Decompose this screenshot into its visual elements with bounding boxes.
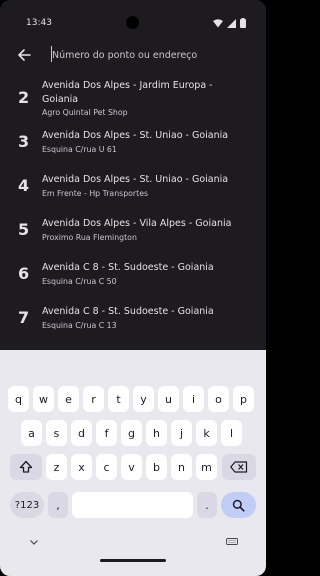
backspace-key[interactable] [222, 454, 256, 480]
stop-address: Avenida C 8 - St. Sudoeste - Goiania [42, 262, 214, 273]
status-time: 13:43 [26, 18, 52, 28]
list-item[interactable]: 4 Avenida Dos Alpes - St. Uniao - Goiani… [0, 162, 266, 206]
key-b[interactable]: b [146, 454, 167, 480]
search-icon [232, 499, 245, 512]
address-line-2: Goiania [42, 94, 79, 105]
home-indicator[interactable] [100, 559, 166, 562]
stop-number: 7 [18, 308, 30, 327]
stop-address: Avenida Dos Alpes - St. Uniao - Goiania [42, 130, 229, 141]
battery-icon [240, 18, 246, 28]
key-d[interactable]: d [71, 420, 92, 446]
search-input[interactable] [50, 44, 252, 66]
stop-number: 6 [18, 264, 30, 283]
stop-number: 5 [18, 220, 30, 239]
stop-reference: Esquina C/rua U 61 [42, 145, 117, 154]
status-bar: 13:43 [0, 0, 266, 40]
key-z[interactable]: z [46, 454, 67, 480]
space-bar[interactable] [72, 492, 193, 518]
key-x[interactable]: x [71, 454, 92, 480]
backspace-icon [230, 461, 248, 473]
stop-address: Avenida Dos Alpes - St. Uniao - Goiania [42, 174, 229, 185]
keyboard-icon[interactable] [226, 538, 238, 547]
stop-address: Avenida C 8 - St. Sudoeste - Goiania [42, 306, 214, 317]
list-item[interactable]: 3 Avenida Dos Alpes - St. Uniao - Goiani… [0, 118, 266, 162]
shift-key[interactable] [10, 454, 42, 480]
list-item[interactable]: 2 Avenida Dos Alpes - Jardim Europa - Go… [0, 74, 266, 118]
symbols-key[interactable]: ?123 [10, 492, 44, 518]
stop-number: 2 [18, 88, 30, 107]
stop-reference: Esquina C/rua C 13 [42, 321, 117, 330]
results-list: 2 Avenida Dos Alpes - Jardim Europa - Go… [0, 74, 266, 338]
stop-reference: Em Frente - Hp Transportes [42, 189, 149, 198]
text-caret [51, 46, 52, 62]
key-h[interactable]: h [146, 420, 167, 446]
key-t[interactable]: t [108, 386, 129, 412]
key-s[interactable]: s [46, 420, 67, 446]
stop-reference: Agro Quintal Pet Shop [42, 108, 128, 117]
key-j[interactable]: j [171, 420, 192, 446]
key-c[interactable]: c [96, 454, 117, 480]
key-q[interactable]: q [8, 386, 29, 412]
list-item[interactable]: 5 Avenida Dos Alpes - Vila Alpes - Goian… [0, 206, 266, 250]
key-f[interactable]: f [96, 420, 117, 446]
key-u[interactable]: u [158, 386, 179, 412]
key-r[interactable]: r [83, 386, 104, 412]
key-p[interactable]: p [233, 386, 254, 412]
shift-icon [19, 460, 33, 473]
system-icons [213, 18, 246, 28]
list-item[interactable]: 7 Avenida C 8 - St. Sudoeste - Goiania E… [0, 294, 266, 338]
wifi-icon [213, 18, 223, 27]
stop-address: Avenida Dos Alpes - Jardim Europa - Goia… [42, 79, 252, 107]
search-bar [0, 40, 266, 70]
key-i[interactable]: i [183, 386, 204, 412]
app-screen: 13:43 2 Avenida Dos Alpes - Jardim Europ… [0, 0, 266, 576]
signal-icon [227, 18, 236, 28]
stop-reference: Proximo Rua Flemington [42, 233, 137, 242]
stop-number: 3 [18, 132, 30, 151]
key-l[interactable]: l [221, 420, 242, 446]
chevron-down-icon[interactable] [29, 539, 39, 546]
key-g[interactable]: g [121, 420, 142, 446]
key-o[interactable]: o [208, 386, 229, 412]
key-e[interactable]: e [58, 386, 79, 412]
key-n[interactable]: n [171, 454, 192, 480]
key-a[interactable]: a [21, 420, 42, 446]
address-line-1: Avenida Dos Alpes - Jardim Europa - [42, 80, 213, 91]
key-m[interactable]: m [196, 454, 217, 480]
key-k[interactable]: k [196, 420, 217, 446]
camera-cutout [126, 16, 139, 29]
key-w[interactable]: w [33, 386, 54, 412]
keyboard: q w e r t y u i o p a s d f g h j k l z … [0, 350, 266, 576]
key-y[interactable]: y [133, 386, 154, 412]
comma-key[interactable]: , [48, 492, 68, 518]
arrow-left-icon[interactable] [14, 45, 34, 65]
search-key[interactable] [221, 492, 256, 518]
period-key[interactable]: . [197, 492, 217, 518]
list-item[interactable]: 6 Avenida C 8 - St. Sudoeste - Goiania E… [0, 250, 266, 294]
stop-reference: Esquina C/rua C 50 [42, 277, 117, 286]
stop-number: 4 [18, 176, 30, 195]
key-v[interactable]: v [121, 454, 142, 480]
stop-address: Avenida Dos Alpes - Vila Alpes - Goiania [42, 218, 232, 229]
